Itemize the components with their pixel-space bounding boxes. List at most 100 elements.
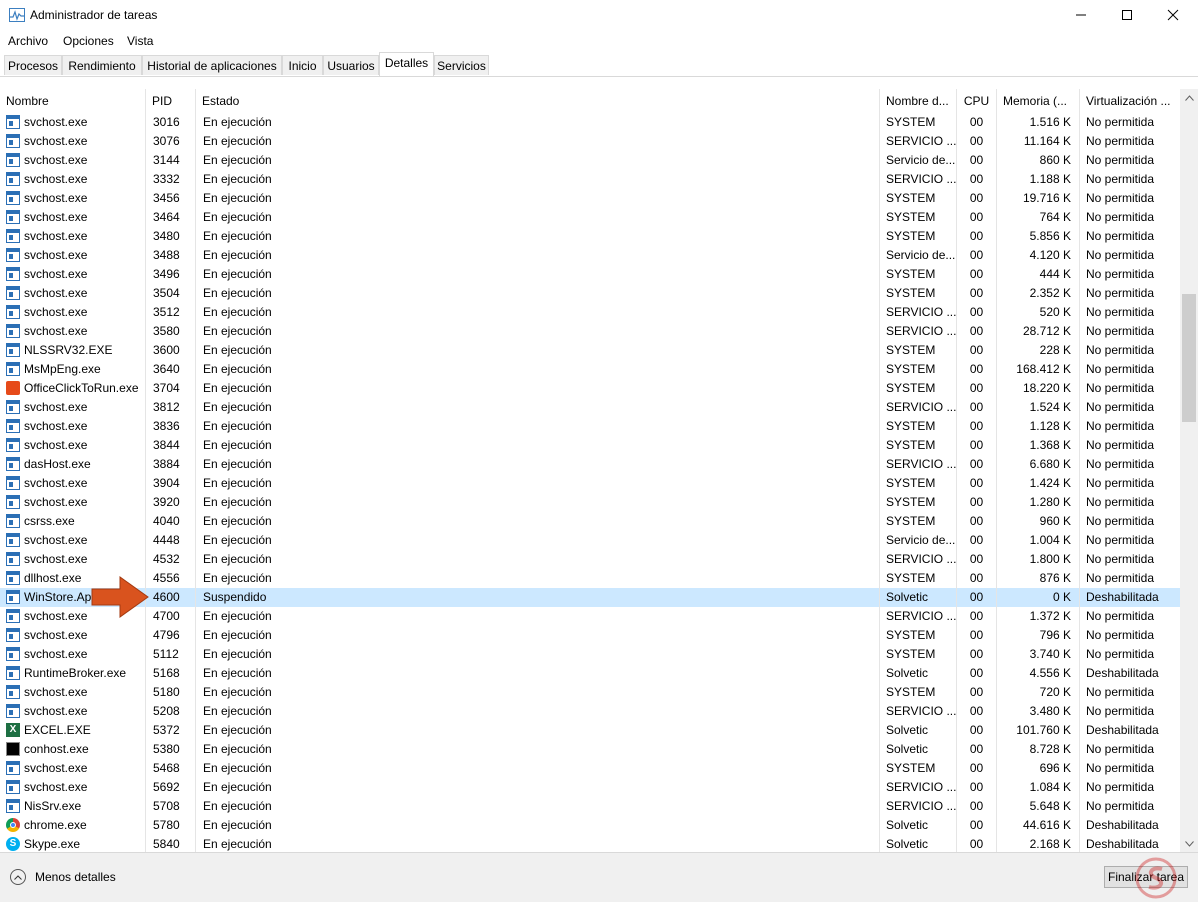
tab-servicios[interactable]: Servicios xyxy=(434,55,489,75)
menu-archivo[interactable]: Archivo xyxy=(8,34,48,48)
user-name-cell: SYSTEM xyxy=(880,360,957,379)
maximize-button[interactable] xyxy=(1104,0,1150,30)
memory-cell: 3.740 K xyxy=(997,645,1080,664)
process-name-cell: RuntimeBroker.exe xyxy=(0,664,146,683)
pid-cell: 5840 xyxy=(146,835,196,852)
column-header-virtualization[interactable]: Virtualización ... xyxy=(1080,89,1180,113)
table-row[interactable]: svchost.exe 3496 En ejecución SYSTEM 00 444 K… xyxy=(0,265,1180,284)
column-header-state[interactable]: Estado xyxy=(196,89,880,113)
minimize-icon xyxy=(1076,14,1086,16)
table-row[interactable]: OfficeClickToRun.exe 3704 En ejecución SYST… xyxy=(0,379,1180,398)
tab-procesos[interactable]: Procesos xyxy=(4,55,62,75)
tab-inicio[interactable]: Inicio xyxy=(282,55,323,75)
table-row[interactable]: svchost.exe 5112 En ejecución SYSTEM 00 3.740… xyxy=(0,645,1180,664)
table-row[interactable]: svchost.exe 3812 En ejecución SERVICIO ... 0… xyxy=(0,398,1180,417)
table-row[interactable]: svchost.exe 3480 En ejecución SYSTEM 00 5.856… xyxy=(0,227,1180,246)
minimize-button[interactable] xyxy=(1058,0,1104,30)
state-cell: En ejecución xyxy=(196,398,880,417)
table-row[interactable]: svchost.exe 5692 En ejecución SERVICIO ... 0… xyxy=(0,778,1180,797)
memory-cell: 3.480 K xyxy=(997,702,1080,721)
memory-cell: 28.712 K xyxy=(997,322,1080,341)
table-row[interactable]: svchost.exe 4796 En ejecución SYSTEM 00 796 K… xyxy=(0,626,1180,645)
scroll-up-button[interactable] xyxy=(1180,89,1198,106)
vertical-scrollbar[interactable] xyxy=(1180,89,1198,852)
table-row[interactable]: svchost.exe 3456 En ejecución SYSTEM 00 19.71… xyxy=(0,189,1180,208)
table-row[interactable]: dasHost.exe 3884 En ejecución SERVICIO ... 0… xyxy=(0,455,1180,474)
table-row[interactable]: svchost.exe 3488 En ejecución Servicio de..… xyxy=(0,246,1180,265)
table-row[interactable]: NLSSRV32.EXE 3600 En ejecución SYSTEM 00 228 … xyxy=(0,341,1180,360)
table-row[interactable]: svchost.exe 3580 En ejecución SERVICIO ... 0… xyxy=(0,322,1180,341)
table-row[interactable]: MsMpEng.exe 3640 En ejecución SYSTEM 00 168.4… xyxy=(0,360,1180,379)
table-row[interactable]: svchost.exe 4532 En ejecución SERVICIO ... 0… xyxy=(0,550,1180,569)
table-row[interactable]: conhost.exe 5380 En ejecución Solvetic 00 8.7… xyxy=(0,740,1180,759)
table-row[interactable]: chrome.exe 5780 En ejecución Solvetic 00 44.6… xyxy=(0,816,1180,835)
tab-usuarios[interactable]: Usuarios xyxy=(323,55,379,75)
table-row[interactable]: svchost.exe 4700 En ejecución SERVICIO ... 0… xyxy=(0,607,1180,626)
table-row[interactable]: svchost.exe 3332 En ejecución SERVICIO ... 0… xyxy=(0,170,1180,189)
user-name-cell: SYSTEM xyxy=(880,284,957,303)
chevron-down-icon xyxy=(1184,840,1194,847)
state-cell: En ejecución xyxy=(196,455,880,474)
memory-cell: 1.084 K xyxy=(997,778,1080,797)
table-row[interactable]: svchost.exe 3904 En ejecución SYSTEM 00 1.424… xyxy=(0,474,1180,493)
less-details-button[interactable]: Menos detalles xyxy=(10,867,116,887)
close-button[interactable] xyxy=(1150,0,1196,30)
tab-detalles[interactable]: Detalles xyxy=(379,52,434,76)
window-process-icon xyxy=(6,571,20,585)
cpu-cell: 00 xyxy=(957,512,997,531)
window-title: Administrador de tareas xyxy=(30,8,158,22)
state-cell: En ejecución xyxy=(196,284,880,303)
tab-historial[interactable]: Historial de aplicaciones xyxy=(142,55,282,75)
pid-cell: 5168 xyxy=(146,664,196,683)
state-cell: En ejecución xyxy=(196,512,880,531)
process-name-cell: svchost.exe xyxy=(0,151,146,170)
window-process-icon xyxy=(6,172,20,186)
scroll-down-button[interactable] xyxy=(1180,835,1198,852)
virtualization-cell: No permitida xyxy=(1086,210,1155,224)
column-header-name[interactable]: Nombre xyxy=(0,89,146,113)
table-row[interactable]: csrss.exe 4040 En ejecución SYSTEM 00 960 K No… xyxy=(0,512,1180,531)
table-row[interactable]: svchost.exe 3016 En ejecución SYSTEM 00 1.516… xyxy=(0,113,1180,132)
cpu-cell: 00 xyxy=(957,170,997,189)
table-row[interactable]: svchost.exe 3844 En ejecución SYSTEM 00 1.368… xyxy=(0,436,1180,455)
virtualization-cell: No permitida xyxy=(1086,286,1155,300)
memory-cell: 796 K xyxy=(997,626,1080,645)
virtualization-cell: No permitida xyxy=(1086,153,1155,167)
table-row[interactable]: svchost.exe 3920 En ejecución SYSTEM 00 1.280… xyxy=(0,493,1180,512)
state-cell: En ejecución xyxy=(196,132,880,151)
window-process-icon xyxy=(6,134,20,148)
cpu-cell: 00 xyxy=(957,721,997,740)
column-header-user[interactable]: Nombre d... xyxy=(880,89,957,113)
process-name-cell: svchost.exe xyxy=(0,303,146,322)
table-row[interactable]: svchost.exe 3464 En ejecución SYSTEM 00 764 K… xyxy=(0,208,1180,227)
table-row[interactable]: Skype.exe 5840 En ejecución Solvetic 00 2.168… xyxy=(0,835,1180,852)
cpu-cell: 00 xyxy=(957,113,997,132)
menu-opciones[interactable]: Opciones xyxy=(63,34,114,48)
pid-cell: 5780 xyxy=(146,816,196,835)
column-header-memory[interactable]: Memoria (... xyxy=(997,89,1080,113)
column-header-cpu[interactable]: CPU xyxy=(957,89,997,113)
table-row[interactable]: svchost.exe 4448 En ejecución Servicio de..… xyxy=(0,531,1180,550)
process-name-cell: OfficeClickToRun.exe xyxy=(0,379,146,398)
table-row[interactable]: WinStore.App.exe 4600 Suspendido Solvetic 00… xyxy=(0,588,1180,607)
table-row[interactable]: svchost.exe 5208 En ejecución SERVICIO ... 0… xyxy=(0,702,1180,721)
virtualization-cell: No permitida xyxy=(1086,172,1155,186)
table-row[interactable]: svchost.exe 5180 En ejecución SYSTEM 00 720 K… xyxy=(0,683,1180,702)
table-row[interactable]: EXCEL.EXE 5372 En ejecución Solvetic 00 101.7… xyxy=(0,721,1180,740)
scrollbar-thumb[interactable] xyxy=(1182,294,1196,422)
table-row[interactable]: svchost.exe 3144 En ejecución Servicio de..… xyxy=(0,151,1180,170)
table-row[interactable]: svchost.exe 3512 En ejecución SERVICIO ... 0… xyxy=(0,303,1180,322)
table-row[interactable]: svchost.exe 5468 En ejecución SYSTEM 00 696 K… xyxy=(0,759,1180,778)
memory-cell: 860 K xyxy=(997,151,1080,170)
tab-rendimiento[interactable]: Rendimiento xyxy=(62,55,142,75)
process-name-cell: svchost.exe xyxy=(0,284,146,303)
table-row[interactable]: NisSrv.exe 5708 En ejecución SERVICIO ... 00… xyxy=(0,797,1180,816)
cpu-cell: 00 xyxy=(957,797,997,816)
table-row[interactable]: svchost.exe 3836 En ejecución SYSTEM 00 1.128… xyxy=(0,417,1180,436)
table-row[interactable]: RuntimeBroker.exe 5168 En ejecución Solveti… xyxy=(0,664,1180,683)
table-row[interactable]: dllhost.exe 4556 En ejecución SYSTEM 00 876 K… xyxy=(0,569,1180,588)
table-row[interactable]: svchost.exe 3504 En ejecución SYSTEM 00 2.352… xyxy=(0,284,1180,303)
menu-vista[interactable]: Vista xyxy=(127,34,153,48)
table-row[interactable]: svchost.exe 3076 En ejecución SERVICIO ... 0… xyxy=(0,132,1180,151)
user-name-cell: Solvetic xyxy=(880,740,957,759)
